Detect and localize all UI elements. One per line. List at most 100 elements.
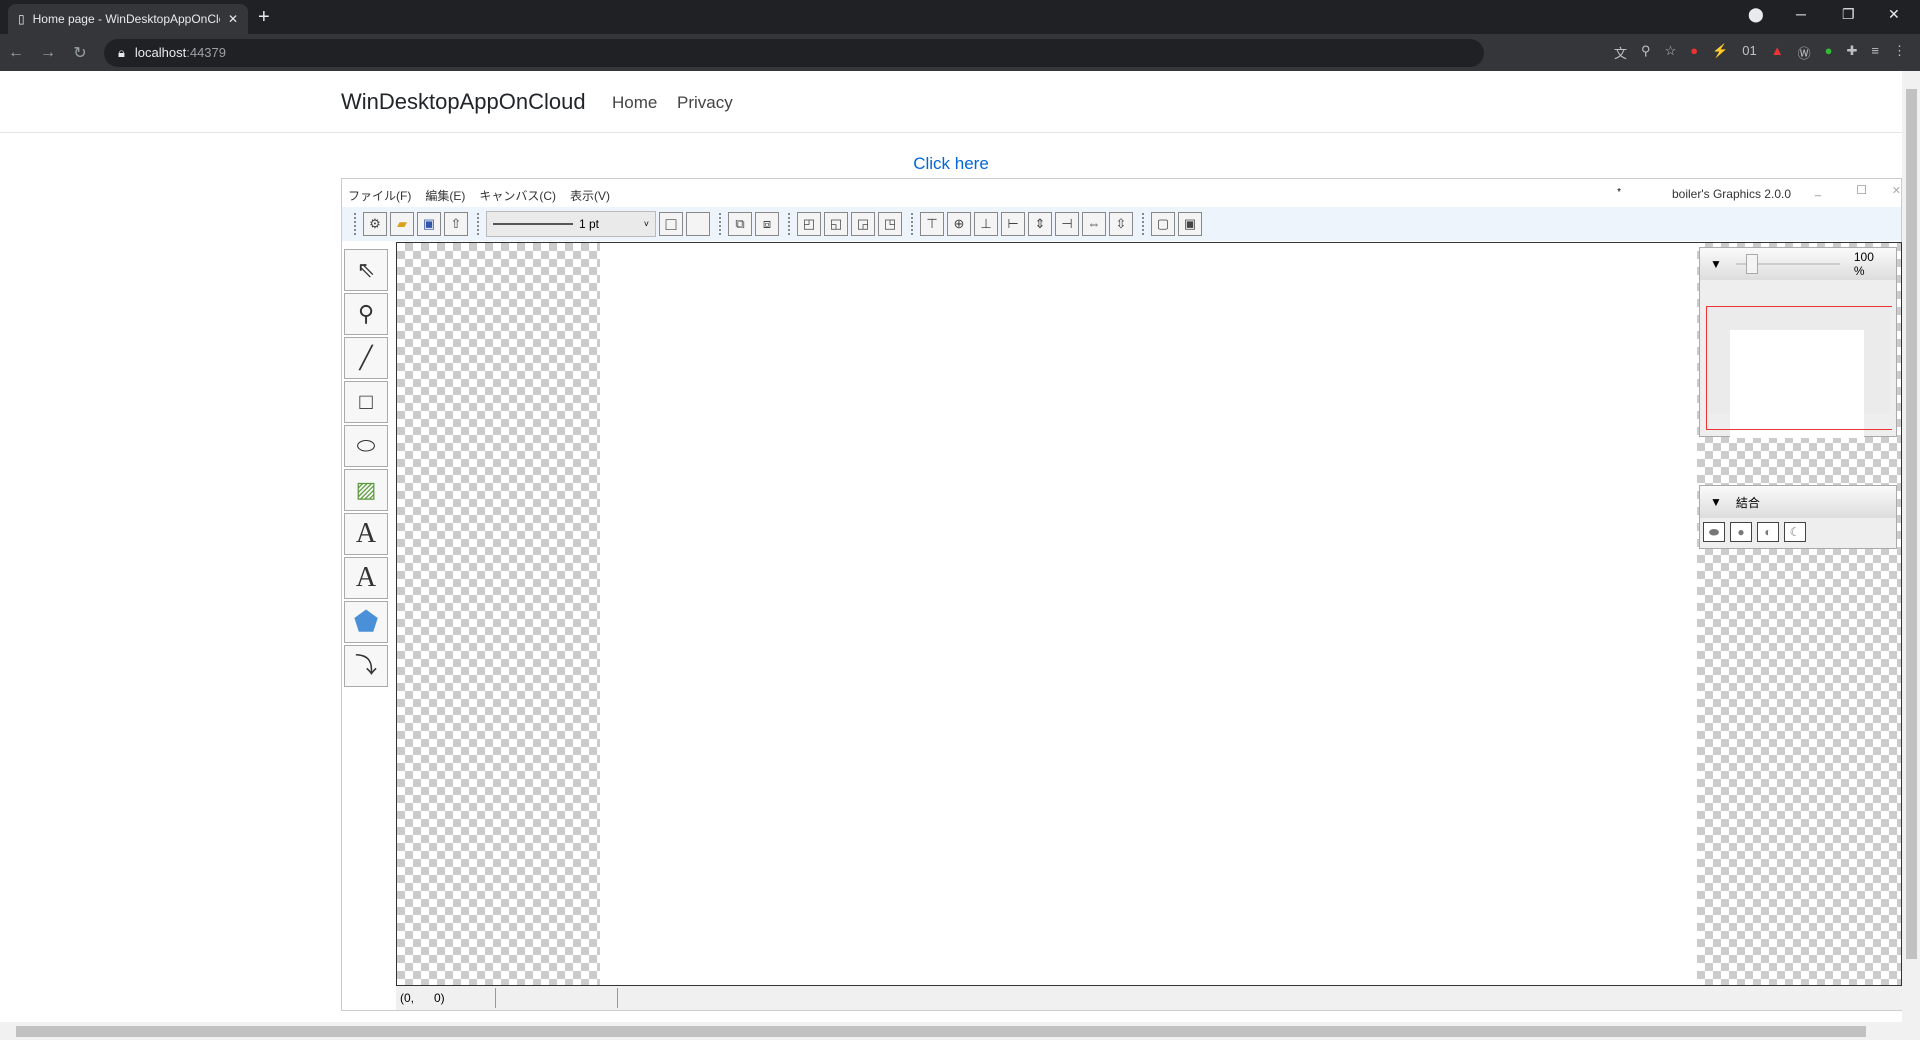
export-icon[interactable]: ⇧ <box>444 212 468 236</box>
toolbar-grip[interactable] <box>911 213 917 235</box>
app-maximize-button[interactable]: ☐ <box>1856 183 1867 197</box>
browser-tab[interactable]: ▯ Home page - WinDesktopAppOnCloud ✕ <box>8 4 248 34</box>
forward-icon[interactable]: → <box>32 44 64 62</box>
menu-bar: ファイル(F) 編集(E) キャンバス(C) 表示(V) <box>342 179 1901 207</box>
menu-edit[interactable]: 編集(E) <box>425 187 465 203</box>
toolbar-grip[interactable] <box>354 213 360 235</box>
open-folder-icon[interactable]: ▰ <box>390 212 414 236</box>
url-input[interactable]: 🔒︎ localhost:44379 <box>104 38 1484 67</box>
click-here-link[interactable]: Click here <box>0 154 1902 174</box>
canvas-margin <box>397 243 600 985</box>
extensions: 文 ⚲ ☆ ● ⚡ 01 ▲ Ⓦ ● ✚ ≡ ⋮ <box>1614 43 1920 62</box>
menu-file[interactable]: ファイル(F) <box>348 187 411 203</box>
align-left-icon[interactable]: ⊢ <box>1001 212 1025 236</box>
menu-canvas[interactable]: キャンバス(C) <box>479 187 556 203</box>
line-width-select[interactable]: 1 pt ˅ <box>486 211 656 237</box>
fill-color-button[interactable] <box>686 212 710 236</box>
settings-gear-icon[interactable]: ⚙ <box>363 212 387 236</box>
new-tab-button[interactable]: + <box>258 6 270 29</box>
close-tab-icon[interactable]: ✕ <box>228 12 238 26</box>
toolbar-grip[interactable] <box>477 213 483 235</box>
adblock-icon[interactable]: ● <box>1690 43 1698 62</box>
zoom-magnifier-icon[interactable]: ⚲ <box>344 293 388 335</box>
collapse-triangle-icon[interactable]: ▼ <box>1710 495 1722 509</box>
reading-list-icon[interactable]: ≡ <box>1871 43 1879 62</box>
restore-button[interactable]: ❐ <box>1842 6 1855 23</box>
tab-title: Home page - WinDesktopAppOnCloud <box>32 12 220 26</box>
url-port: :44379 <box>186 45 226 60</box>
site-brand[interactable]: WinDesktopAppOnCloud <box>341 89 586 115</box>
text-tool-icon[interactable]: A <box>344 513 388 555</box>
intersect-icon[interactable]: ● <box>1730 522 1752 542</box>
canvas-option-icon[interactable]: ▢ <box>1151 212 1175 236</box>
distribute-horizontal-icon[interactable]: ⇔ <box>1082 212 1106 236</box>
app-minimize-button[interactable]: _ <box>1815 185 1821 197</box>
nav-home[interactable]: Home <box>612 93 657 113</box>
select-arrow-icon[interactable]: ⇖ <box>344 249 388 291</box>
menu-icon[interactable]: ⋮ <box>1893 43 1906 62</box>
cursor-coordinates: (0, 0) <box>400 988 496 1008</box>
stroke-color-button[interactable]: □ <box>659 212 683 236</box>
union-icon[interactable]: ⬬ <box>1703 522 1725 542</box>
image-tool-icon[interactable]: ▨ <box>344 469 388 511</box>
translate-icon[interactable]: 文 <box>1614 43 1627 62</box>
polygon-tool-icon[interactable]: ⬟ <box>344 601 388 643</box>
combine-panel: ▼ 結合 ⬬ ● ◐ ☾ <box>1699 485 1897 549</box>
site-navbar: WinDesktopAppOnCloud Home Privacy <box>0 71 1902 133</box>
collapse-triangle-icon[interactable]: ▼ <box>1710 257 1722 271</box>
extension-icon[interactable]: ● <box>1825 43 1833 62</box>
group-icon[interactable]: ⧉ <box>728 212 752 236</box>
bring-front-icon[interactable]: ◰ <box>797 212 821 236</box>
toolbox: ⇖ ⚲ ╱ □ ⬭ ▨ A A ⬟ ⤵ <box>344 249 392 687</box>
page-icon: ▯ <box>18 12 25 26</box>
puzzle-icon[interactable]: ✚ <box>1847 43 1858 62</box>
vertical-scrollbar[interactable] <box>1902 71 1920 1022</box>
bring-forward-icon[interactable]: ◱ <box>824 212 848 236</box>
horizontal-scrollbar[interactable] <box>0 1022 1920 1040</box>
align-center-icon[interactable]: ⇕ <box>1028 212 1052 236</box>
nav-privacy[interactable]: Privacy <box>677 93 733 113</box>
back-icon[interactable]: ← <box>0 44 32 62</box>
extension-icon[interactable]: 01 <box>1742 43 1756 62</box>
toolbar-grip[interactable] <box>719 213 725 235</box>
align-middle-icon[interactable]: ⊕ <box>947 212 971 236</box>
minimize-button[interactable]: ─ <box>1796 6 1806 22</box>
canvas-option-icon[interactable]: ▣ <box>1178 212 1202 236</box>
extension-icon[interactable]: Ⓦ <box>1798 43 1811 62</box>
ellipse-tool-icon[interactable]: ⬭ <box>344 425 388 467</box>
toolbar-grip[interactable] <box>1142 213 1148 235</box>
line-tool-icon[interactable]: ╱ <box>344 337 388 379</box>
app-title: boiler's Graphics 2.0.0 <box>1671 187 1791 201</box>
zoom-slider[interactable] <box>1735 254 1840 274</box>
align-bottom-icon[interactable]: ⊥ <box>974 212 998 236</box>
close-window-button[interactable]: ✕ <box>1888 6 1900 23</box>
zoom-value: 100 % <box>1853 250 1874 278</box>
zoom-icon[interactable]: ⚲ <box>1641 43 1651 62</box>
align-top-icon[interactable]: ⊤ <box>920 212 944 236</box>
toolbar-grip[interactable] <box>788 213 794 235</box>
bezier-tool-icon[interactable]: ⤵ <box>344 645 388 687</box>
distribute-vertical-icon[interactable]: ⇳ <box>1109 212 1133 236</box>
save-icon[interactable]: ▣ <box>417 212 441 236</box>
ungroup-icon[interactable]: ⧈ <box>755 212 779 236</box>
toolbar: ⚙ ▰ ▣ ⇧ 1 pt ˅ □ ⧉ ⧈ ◰ ◱ ◲ ◳ ⊤ ⊕ ⊥ ⊢ ⇕ ⊣ … <box>342 207 1901 241</box>
pdf-icon[interactable]: ▲ <box>1771 43 1784 62</box>
textbox-tool-icon[interactable]: A <box>344 557 388 599</box>
extension-icon[interactable]: ⚡ <box>1712 43 1728 62</box>
exclude-icon[interactable]: ☾ <box>1784 522 1806 542</box>
rectangle-tool-icon[interactable]: □ <box>344 381 388 423</box>
menu-view[interactable]: 表示(V) <box>570 187 610 203</box>
send-backward-icon[interactable]: ◲ <box>851 212 875 236</box>
bookmark-star-icon[interactable]: ☆ <box>1665 43 1677 62</box>
chevron-down-icon: ˅ <box>643 219 649 229</box>
navigator-preview[interactable] <box>1706 306 1892 442</box>
drawing-canvas[interactable]: ▼ 100 % ▼ 結合 ⬬ ● ◐ ☾ <box>396 242 1902 986</box>
viewport-rectangle[interactable] <box>1706 306 1892 430</box>
send-back-icon[interactable]: ◳ <box>878 212 902 236</box>
reload-icon[interactable]: ↻ <box>64 43 96 63</box>
profile-icon[interactable]: ⬤ <box>1748 6 1764 23</box>
align-right-icon[interactable]: ⊣ <box>1055 212 1079 236</box>
combine-label: 結合 <box>1735 495 1760 510</box>
xor-icon[interactable]: ◐ <box>1757 522 1779 542</box>
app-close-button[interactable]: ✕ <box>1892 184 1901 197</box>
